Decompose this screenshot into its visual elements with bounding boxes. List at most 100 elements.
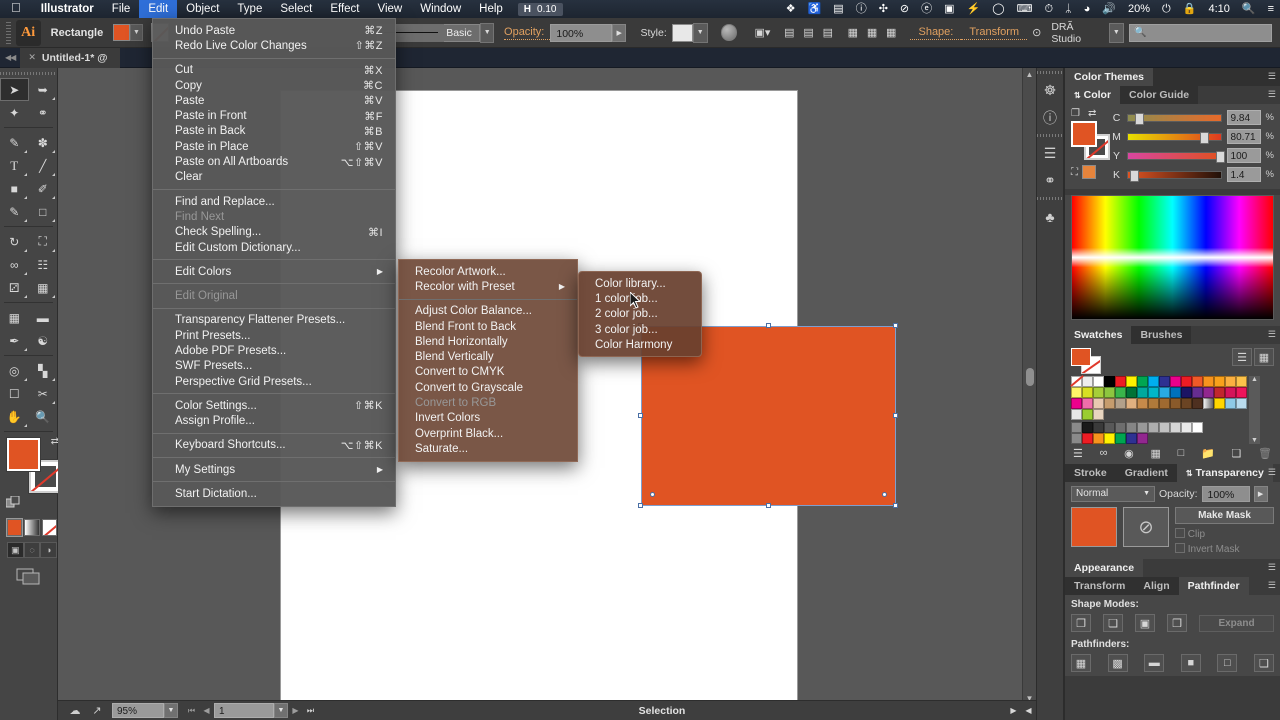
- channel-value-c[interactable]: 9.84: [1226, 110, 1261, 125]
- column-graph-tool[interactable]: ▚: [29, 359, 58, 382]
- menu-item-overprint-black[interactable]: Overprint Black...: [399, 426, 577, 441]
- dock-grip-3[interactable]: [1037, 194, 1063, 203]
- hscroll-left-arrow[interactable]: ◀: [1021, 703, 1036, 718]
- pencil-tool[interactable]: ✎: [0, 200, 29, 223]
- handle-top-center[interactable]: [766, 323, 771, 328]
- dock-grip-2[interactable]: [1037, 131, 1063, 140]
- pathfinder-panel-menu-icon[interactable]: ☰: [1268, 580, 1276, 591]
- battery-charging-icon[interactable]: ⏻: [1156, 0, 1177, 18]
- menu-item-cut[interactable]: Cut ⌘X: [153, 63, 395, 78]
- tab-color-themes[interactable]: Color Themes: [1065, 68, 1154, 86]
- line-segment-tool[interactable]: ╱: [29, 154, 58, 177]
- paintbrush-tool[interactable]: ✐: [29, 177, 58, 200]
- tab-gradient[interactable]: Gradient: [1115, 464, 1177, 482]
- search-input[interactable]: 🔍: [1129, 23, 1273, 42]
- color-spectrum[interactable]: [1071, 195, 1274, 320]
- align-options-icon[interactable]: ▣▾: [753, 24, 772, 42]
- transparency-opacity-input[interactable]: 100%: [1201, 486, 1250, 502]
- transparency-panel-menu-icon[interactable]: ☰: [1268, 467, 1276, 478]
- channel-value-k[interactable]: 1.4: [1226, 167, 1261, 182]
- swatches-scroll-down[interactable]: ▼: [1251, 437, 1258, 444]
- ship-wheel-icon[interactable]: ☸: [1037, 77, 1063, 104]
- eyedropper-tool[interactable]: ✒: [0, 329, 29, 352]
- artboard-number-input[interactable]: 1: [214, 703, 274, 718]
- lasso-tool[interactable]: ⚭: [29, 101, 58, 124]
- scroll-thumb[interactable]: [1026, 368, 1034, 386]
- dropbox-icon[interactable]: ❖: [780, 0, 802, 18]
- distribute-left-icon[interactable]: ▦: [843, 24, 862, 42]
- show-kinds-icon[interactable]: ◉: [1124, 447, 1134, 460]
- menu-effect[interactable]: Effect: [321, 0, 368, 18]
- new-color-group-icon[interactable]: □: [1178, 447, 1185, 460]
- transparency-thumbnail[interactable]: [1071, 507, 1117, 547]
- previous-artboard-icon[interactable]: ◀: [199, 703, 214, 718]
- none-mode-icon[interactable]: [41, 519, 57, 536]
- fill-swatch-dropdown[interactable]: ▼: [129, 24, 144, 41]
- menu-item-paste-in-back[interactable]: Paste in Back ⌘B: [153, 124, 395, 139]
- menu-item-paste-on-all-artboards[interactable]: Paste on All Artboards ⌥⇧⌘V: [153, 154, 395, 169]
- menu-illustrator[interactable]: Illustrator: [32, 0, 103, 18]
- corner-widget-right[interactable]: [882, 492, 887, 497]
- menu-view[interactable]: View: [369, 0, 412, 18]
- new-folder-icon[interactable]: 📁: [1201, 447, 1215, 460]
- shape-link[interactable]: Shape:: [910, 26, 962, 40]
- flash-icon[interactable]: ⚡: [961, 0, 987, 18]
- exclude-icon[interactable]: ❒: [1167, 614, 1187, 632]
- menu-item-edit-custom-dictionary[interactable]: Edit Custom Dictionary...: [153, 240, 395, 255]
- volume-icon[interactable]: 🔊: [1096, 0, 1122, 18]
- opacity-input[interactable]: 100%: [550, 23, 613, 42]
- menu-item-adjust-color-balance[interactable]: Adjust Color Balance...: [399, 304, 577, 319]
- swatch-black[interactable]: [1104, 376, 1115, 387]
- notification-center-icon[interactable]: ≡: [1262, 0, 1280, 18]
- selection-tool[interactable]: ➤: [0, 78, 29, 101]
- slice-tool[interactable]: ✂: [29, 382, 58, 405]
- change-screen-mode-icon[interactable]: [0, 568, 57, 586]
- status-menu-arrow[interactable]: ▶: [1006, 703, 1021, 718]
- menu-type[interactable]: Type: [228, 0, 271, 18]
- tab-transparency[interactable]: ⇅ Transparency: [1176, 464, 1273, 482]
- shape-builder-tool[interactable]: ⚂: [0, 276, 29, 299]
- opacity-label[interactable]: Opacity:: [504, 26, 551, 40]
- invert-mask-checkbox[interactable]: [1175, 543, 1185, 553]
- symbols-icon[interactable]: ♣: [1037, 203, 1063, 230]
- delete-swatch-icon[interactable]: 🗑: [1258, 447, 1272, 460]
- bluetooth-icon[interactable]: ᛦ: [1059, 0, 1078, 18]
- fill-color-swatch[interactable]: [113, 24, 130, 41]
- tab-color-guide[interactable]: Color Guide: [1120, 86, 1199, 104]
- perspective-grid-tool[interactable]: ▦: [29, 276, 58, 299]
- minus-back-icon[interactable]: ❑: [1253, 654, 1274, 672]
- messages-icon[interactable]: ◯: [986, 0, 1010, 18]
- menu-item-my-settings[interactable]: My Settings ▶: [153, 462, 395, 477]
- eraser-tool[interactable]: □: [29, 200, 58, 223]
- scale-tool[interactable]: ⛶: [29, 230, 58, 253]
- menu-item-clear[interactable]: Clear: [153, 170, 395, 185]
- first-artboard-icon[interactable]: ⏮: [184, 703, 199, 718]
- tab-swatches[interactable]: Swatches: [1065, 326, 1132, 344]
- menu-item-saturate[interactable]: Saturate...: [399, 441, 577, 456]
- menu-item-blend-horizontally[interactable]: Blend Horizontally: [399, 334, 577, 349]
- canvas-vertical-scrollbar[interactable]: ▲ ▼: [1022, 68, 1036, 706]
- handle-middle-left[interactable]: [638, 413, 643, 418]
- make-mask-button[interactable]: Make Mask: [1175, 507, 1274, 524]
- align-center-icon[interactable]: ▤: [799, 24, 818, 42]
- expand-button[interactable]: Expand: [1199, 614, 1274, 632]
- draw-behind-icon[interactable]: ◌: [23, 542, 41, 558]
- menu-item-keyboard-shortcuts[interactable]: Keyboard Shortcuts... ⌥⇧⌘K: [153, 438, 395, 453]
- handle-bottom-left[interactable]: [638, 503, 643, 508]
- cloud-sync-icon[interactable]: ☁: [64, 702, 86, 720]
- mesh-tool[interactable]: ▦: [0, 306, 29, 329]
- swatch-libraries-icon[interactable]: ☰: [1073, 447, 1083, 460]
- pen-tool[interactable]: ✎: [0, 131, 29, 154]
- intersect-icon[interactable]: ▣: [1135, 614, 1155, 632]
- menu-select[interactable]: Select: [271, 0, 321, 18]
- menu-item-edit-colors[interactable]: Edit Colors ▶: [153, 264, 395, 279]
- clock[interactable]: 4:10: [1202, 0, 1235, 18]
- menu-item-invert-colors[interactable]: Invert Colors: [399, 411, 577, 426]
- type-tool[interactable]: T: [0, 154, 29, 177]
- calendar-icon[interactable]: ▤: [827, 0, 849, 18]
- recolor-with-preset-submenu[interactable]: Color library... 1 color job... 2 color jo…: [578, 271, 702, 358]
- tab-transform[interactable]: Transform: [1065, 577, 1135, 595]
- handle-top-right[interactable]: [893, 323, 898, 328]
- workspace-dropdown-arrow[interactable]: ▼: [1109, 22, 1124, 43]
- apple-icon[interactable]: : [0, 0, 32, 18]
